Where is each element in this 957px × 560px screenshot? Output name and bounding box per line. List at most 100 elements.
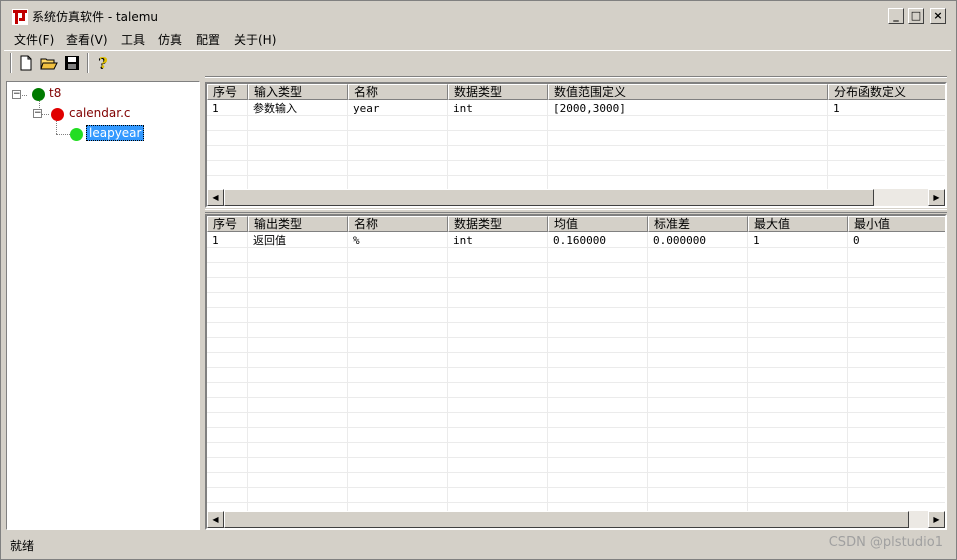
cell-index[interactable]: 1 <box>207 233 219 248</box>
grid-line <box>207 292 945 293</box>
scroll-right-button[interactable]: ▶ <box>928 511 945 528</box>
status-text: 就绪 <box>10 539 35 553</box>
column-header[interactable]: 最大值 <box>748 216 848 232</box>
close-button[interactable]: × <box>930 8 946 24</box>
output-table-header: 序号 输出类型 名称 数据类型 均值 标准差 最大值 最小值 <box>207 216 945 232</box>
cell-output-type[interactable]: 返回值 <box>248 233 286 248</box>
grid-line <box>207 307 945 308</box>
toolbar-grip <box>10 53 12 73</box>
input-table-hscrollbar[interactable]: ◀ ▶ <box>207 189 945 206</box>
grid-line <box>647 232 648 512</box>
column-header[interactable]: 输入类型 <box>248 84 348 100</box>
grid-line <box>447 232 448 512</box>
column-header[interactable]: 数值范围定义 <box>548 84 828 100</box>
minimize-button[interactable]: _ <box>888 8 904 24</box>
cell-name[interactable]: % <box>348 233 360 248</box>
tree-node-file[interactable]: calendar.c <box>69 106 131 120</box>
column-header[interactable]: 数据类型 <box>448 216 548 232</box>
table-splitter[interactable] <box>205 209 947 213</box>
tree-expander-root[interactable]: − <box>12 90 21 99</box>
column-header[interactable]: 名称 <box>348 216 448 232</box>
scroll-right-button[interactable]: ▶ <box>928 189 945 206</box>
scroll-thumb[interactable] <box>224 189 874 206</box>
project-tree[interactable]: − t8 − calendar.c leapyear <box>6 81 200 530</box>
output-table[interactable]: 序号 输出类型 名称 数据类型 均值 标准差 最大值 最小值 1 返回值 % i… <box>205 214 947 530</box>
grid-line <box>207 322 945 323</box>
save-icon[interactable] <box>62 53 82 73</box>
output-table-hscrollbar[interactable]: ◀ ▶ <box>207 511 945 528</box>
column-header[interactable]: 输出类型 <box>248 216 348 232</box>
grid-line <box>207 442 945 443</box>
column-header[interactable]: 最小值 <box>848 216 945 232</box>
grid-line <box>207 367 945 368</box>
tree-expander-file[interactable]: − <box>33 109 42 118</box>
grid-line <box>207 457 945 458</box>
pane-splitter[interactable] <box>205 76 947 78</box>
tree-connector <box>56 134 70 135</box>
tree-connector <box>56 119 57 134</box>
new-file-icon[interactable] <box>16 53 36 73</box>
open-folder-icon[interactable] <box>39 53 59 73</box>
menu-config[interactable]: 配置 <box>196 31 220 48</box>
grid-line <box>207 412 945 413</box>
grid-line <box>207 262 945 263</box>
cell-name[interactable]: year <box>348 101 380 116</box>
scroll-left-button[interactable]: ◀ <box>207 511 224 528</box>
cell-value-range[interactable]: [2000,3000] <box>548 101 626 116</box>
help-icon[interactable]: ? ? <box>92 53 112 73</box>
column-header[interactable]: 标准差 <box>648 216 748 232</box>
grid-line <box>207 502 945 503</box>
grid-line <box>207 337 945 338</box>
menu-bar: 文件(F) 查看(V) 工具 仿真 配置 关于(H) <box>4 29 951 49</box>
grid-line <box>207 145 945 146</box>
node-status-icon <box>51 108 64 121</box>
svg-text:?: ? <box>99 54 108 72</box>
watermark-text: CSDN @plstudio1 <box>828 535 943 550</box>
app-logo-icon <box>12 9 28 25</box>
toolbar-separator <box>87 53 89 73</box>
column-header[interactable]: 名称 <box>348 84 448 100</box>
maximize-button[interactable]: □ <box>908 8 924 24</box>
cell-max[interactable]: 1 <box>748 233 760 248</box>
grid-line <box>207 175 945 176</box>
grid-line <box>207 472 945 473</box>
grid-line <box>207 130 945 131</box>
input-table[interactable]: 序号 输入类型 名称 数据类型 数值范围定义 分布函数定义 1 参数输入 yea… <box>205 82 947 208</box>
grid-line <box>207 352 945 353</box>
scroll-thumb[interactable] <box>224 511 909 528</box>
input-table-header: 序号 输入类型 名称 数据类型 数值范围定义 分布函数定义 <box>207 84 945 100</box>
grid-line <box>747 232 748 512</box>
status-bar: 就绪 <box>4 534 951 556</box>
scroll-left-button[interactable]: ◀ <box>207 189 224 206</box>
cell-data-type[interactable]: int <box>448 101 473 116</box>
cell-index[interactable]: 1 <box>207 101 219 116</box>
title-bar[interactable]: 系统仿真软件 - talemu _ □ × <box>4 4 951 28</box>
column-header[interactable]: 序号 <box>207 216 248 232</box>
column-header[interactable]: 均值 <box>548 216 648 232</box>
cell-mean[interactable]: 0.160000 <box>548 233 606 248</box>
column-header[interactable]: 序号 <box>207 84 248 100</box>
menu-simulation[interactable]: 仿真 <box>158 31 182 48</box>
grid-line <box>347 232 348 512</box>
cell-std-dev[interactable]: 0.000000 <box>648 233 706 248</box>
grid-line <box>207 277 945 278</box>
column-header[interactable]: 数据类型 <box>448 84 548 100</box>
node-status-icon <box>32 88 45 101</box>
grid-line <box>207 382 945 383</box>
grid-line <box>207 427 945 428</box>
grid-line <box>547 232 548 512</box>
cell-input-type[interactable]: 参数输入 <box>248 101 297 116</box>
grid-line <box>207 487 945 488</box>
tree-node-function[interactable]: leapyear <box>86 125 145 141</box>
menu-view[interactable]: 查看(V) <box>66 31 108 48</box>
menu-file[interactable]: 文件(F) <box>14 31 54 48</box>
cell-min[interactable]: 0 <box>848 233 860 248</box>
grid-line <box>847 232 848 512</box>
cell-distribution[interactable]: 1 <box>828 101 840 116</box>
tree-node-root[interactable]: t8 <box>49 86 61 100</box>
cell-data-type[interactable]: int <box>448 233 473 248</box>
menu-about[interactable]: 关于(H) <box>234 31 276 48</box>
column-header[interactable]: 分布函数定义 <box>828 84 945 100</box>
menu-tools[interactable]: 工具 <box>121 31 145 48</box>
grid-line <box>207 397 945 398</box>
